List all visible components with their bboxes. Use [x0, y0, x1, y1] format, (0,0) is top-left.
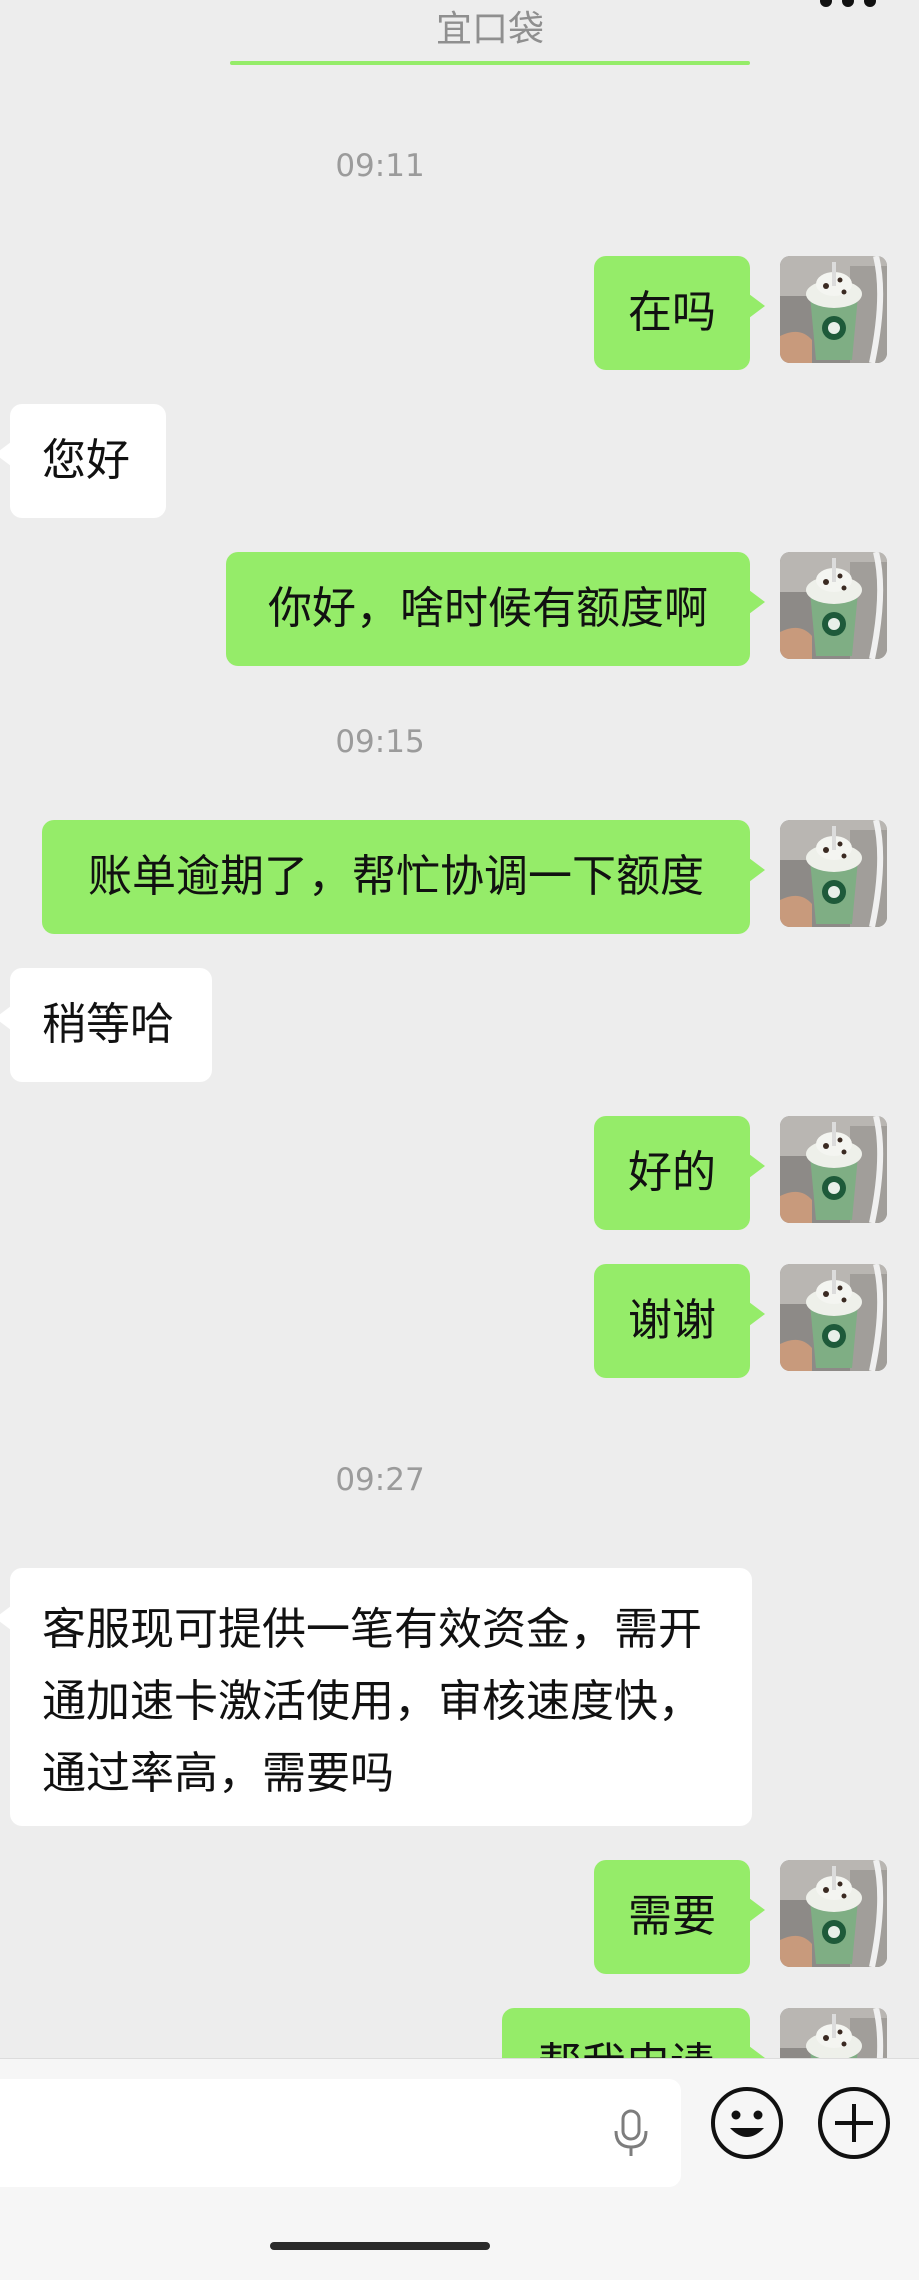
sent-message-bubble[interactable]: 谢谢 [594, 1264, 765, 1378]
sent-message-bubble[interactable]: 需要 [594, 1860, 765, 1974]
microphone-icon[interactable] [605, 2107, 657, 2159]
sent-message-bubble[interactable]: 好的 [594, 1116, 765, 1230]
avatar[interactable] [780, 1264, 887, 1371]
avatar[interactable] [780, 1116, 887, 1223]
plus-circle-icon[interactable] [815, 2084, 893, 2162]
header-divider [230, 61, 750, 65]
received-message-bubble[interactable]: 客服现可提供一笔有效资金，需开通加速卡激活使用，审核速度快，通过率高，需要吗 [0, 1568, 752, 1826]
avatar[interactable] [780, 2008, 887, 2058]
avatar[interactable] [780, 256, 887, 363]
received-message-bubble[interactable]: 您好 [0, 404, 166, 518]
timestamp: 09:11 [335, 148, 425, 184]
smiley-face-icon[interactable] [708, 2084, 786, 2162]
more-dots-icon[interactable] [818, 0, 878, 8]
avatar[interactable] [780, 552, 887, 659]
timestamp: 09:15 [335, 724, 425, 760]
timestamp: 09:27 [335, 1462, 425, 1498]
sent-message-bubble[interactable]: 在吗 [594, 256, 765, 370]
input-bar [0, 2058, 919, 2280]
chat-area[interactable]: 宜口袋 09:11 在吗 您好 你好，啥时候有额度啊 09:15 账单逾期了，帮… [0, 0, 919, 2058]
message-input[interactable] [0, 2079, 681, 2187]
sent-message-bubble[interactable]: 账单逾期了，帮忙协调一下额度 [42, 820, 765, 934]
avatar[interactable] [780, 1860, 887, 1967]
avatar[interactable] [780, 820, 887, 927]
home-indicator [270, 2242, 490, 2250]
received-message-bubble[interactable]: 稍等哈 [0, 968, 212, 1082]
contact-name: 宜口袋 [435, 9, 544, 50]
sent-message-bubble[interactable]: 你好，啥时候有额度啊 [226, 552, 765, 666]
sent-message-bubble[interactable]: 帮我申请 [502, 2008, 765, 2058]
